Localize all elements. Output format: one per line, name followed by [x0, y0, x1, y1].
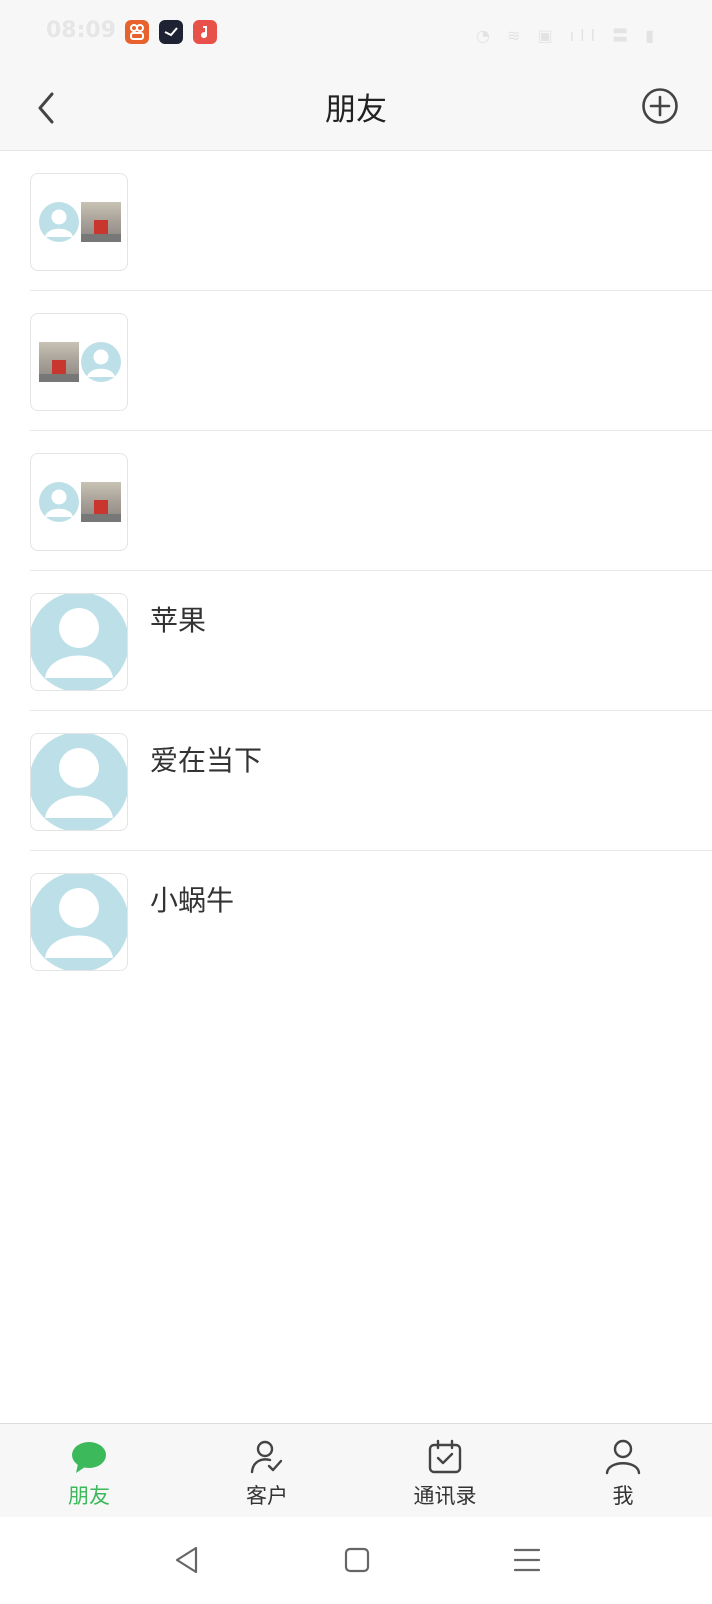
status-indicators: ◔ ≋ ▣ ıll 〓 ▮: [475, 26, 660, 45]
tab-label: 朋友: [68, 1484, 110, 1508]
avatar: [30, 593, 128, 691]
person-avatar-icon: [31, 594, 127, 690]
nav-bar: 朋友: [0, 64, 712, 151]
person-avatar-icon: [39, 202, 79, 242]
friend-row[interactable]: [0, 431, 712, 571]
person-avatar-icon: [81, 342, 121, 382]
group-avatar: [30, 173, 128, 271]
tab-friends[interactable]: 朋友: [0, 1424, 178, 1518]
tab-contacts[interactable]: 通讯录: [356, 1424, 534, 1518]
group-avatar: [30, 453, 128, 551]
person-avatar-icon: [31, 874, 127, 970]
tab-label: 通讯录: [413, 1484, 477, 1508]
group-avatar: [30, 313, 128, 411]
tab-customers[interactable]: 客户: [178, 1424, 356, 1518]
friend-row[interactable]: 苹果: [0, 571, 712, 711]
calendar-check-icon: [428, 1439, 462, 1474]
status-time: 08:09: [46, 18, 117, 43]
user-check-icon: [250, 1440, 283, 1474]
friend-row[interactable]: 爱在当下: [0, 711, 712, 851]
friend-row[interactable]: [0, 291, 712, 431]
person-avatar-icon: [31, 734, 127, 830]
friend-row[interactable]: 小蜗牛: [0, 851, 712, 991]
street-photo: [81, 202, 121, 242]
clock-app-icon: [159, 20, 183, 44]
street-photo: [81, 482, 121, 522]
back-triangle-icon[interactable]: [170, 1543, 204, 1577]
friend-name: 小蜗牛: [150, 884, 235, 917]
friend-name: 爱在当下: [150, 744, 263, 777]
avatar: [30, 873, 128, 971]
plus-circle-icon[interactable]: [640, 86, 680, 126]
menu-lines-icon[interactable]: [510, 1543, 544, 1577]
system-nav-bar: [0, 1517, 712, 1604]
street-photo: [39, 342, 79, 382]
kuaishou-app-icon: [125, 20, 149, 44]
user-icon: [605, 1439, 641, 1475]
friend-list: 苹果 爱在当下 小蜗牛: [0, 151, 712, 991]
tab-label: 客户: [246, 1484, 288, 1508]
avatar: [30, 733, 128, 831]
page-title: 朋友: [325, 92, 387, 128]
tab-me[interactable]: 我: [534, 1424, 712, 1518]
person-avatar-icon: [39, 482, 79, 522]
friend-name: 苹果: [150, 604, 207, 637]
chat-bubble-icon: [72, 1442, 106, 1473]
tab-bar: 朋友 客户 通讯录 我: [0, 1423, 712, 1518]
friend-row[interactable]: [0, 151, 712, 291]
status-bar: 08:09 ◔ ≋ ▣ ıll 〓 ▮: [0, 0, 712, 64]
music-app-icon: [193, 20, 217, 44]
tab-label: 我: [612, 1484, 634, 1508]
home-square-icon[interactable]: [340, 1543, 374, 1577]
